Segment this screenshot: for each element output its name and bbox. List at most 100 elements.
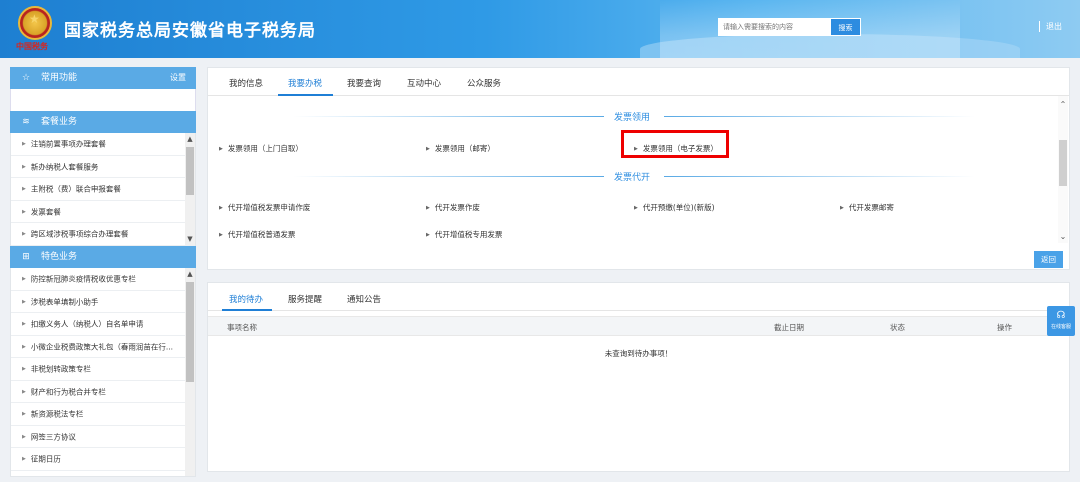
caret-right-icon: ▶ [219, 146, 223, 152]
tab-tax-handling[interactable]: 我要办税 [288, 77, 322, 89]
tab-service-reminder[interactable]: 服务提醒 [288, 293, 322, 305]
sidebar-item[interactable]: ▶ 发票套餐 [11, 201, 195, 223]
grid-icon: ⊞ [22, 252, 30, 262]
link-invoice-pickup[interactable]: ▶ 发票领用（上门自取） [219, 143, 303, 154]
sidebar-item[interactable]: ▶ 跨区域涉税事项综合办理套餐 [11, 223, 195, 246]
link-invoice-mail[interactable]: ▶ 发票领用（邮寄） [426, 143, 495, 154]
favorites-header: ☆ 常用功能 设置 [10, 67, 196, 89]
caret-right-icon: ▶ [840, 205, 844, 211]
star-outline-icon: ☆ [21, 73, 31, 83]
tab-my-todo[interactable]: 我的待办 [229, 293, 263, 305]
package-services-title: 套餐业务 [41, 117, 78, 127]
scroll-down-icon[interactable]: ▼ [185, 235, 195, 243]
caret-right-icon: ▶ [219, 232, 223, 238]
section-divider [664, 116, 975, 117]
sidebar-item[interactable]: ▶ 非税划转政策专栏 [11, 358, 195, 381]
scroll-up-icon[interactable]: ⌃ [1058, 100, 1068, 109]
sidebar-item[interactable]: ▶ 新办纳税人套餐服务 [11, 156, 195, 178]
caret-right-icon: ▶ [426, 205, 430, 211]
tab-my-info[interactable]: 我的信息 [229, 77, 263, 89]
scrollbar-thumb[interactable] [1059, 140, 1067, 186]
caret-right-icon: ▶ [22, 411, 26, 417]
sidebar-item-label: 非税划转政策专栏 [30, 364, 91, 374]
search-button[interactable]: 搜索 [831, 18, 861, 36]
favorites-settings-link[interactable]: 设置 [170, 67, 186, 89]
link-label: 代开增值税发票申请作废 [227, 203, 311, 212]
special-services-header[interactable]: ⊞ 特色业务 [10, 246, 196, 268]
sidebar-item[interactable]: ▶ 防控新冠肺炎疫情税收优惠专栏 [11, 268, 195, 291]
favorites-title: 常用功能 [41, 73, 78, 83]
section-title-invoice-agency: 发票代开 [614, 173, 651, 183]
link-agency-item[interactable]: ▶ 代开发票作废 [426, 202, 480, 213]
caret-right-icon: ▶ [22, 298, 26, 305]
column-header-deadline: 截止日期 [774, 323, 804, 332]
tab-public-service[interactable]: 公众服务 [467, 77, 501, 89]
caret-right-icon: ▶ [22, 186, 26, 192]
column-header-action: 操作 [997, 323, 1012, 332]
caret-right-icon: ▶ [22, 163, 26, 170]
sidebar-item[interactable]: ▶ 财产和行为税合并专栏 [11, 381, 195, 403]
tab-query[interactable]: 我要查询 [347, 77, 381, 89]
link-agency-item[interactable]: ▶ 代开增值税发票申请作废 [219, 202, 310, 213]
scroll-up-icon[interactable]: ▲ [185, 270, 195, 278]
caret-right-icon: ▶ [22, 321, 26, 327]
link-label: 发票领用（上门自取） [227, 144, 303, 153]
sidebar-item[interactable]: ▶ 注销前置事项办理套餐 [11, 133, 195, 156]
highlight-annotation-box [621, 130, 729, 158]
sidebar-item[interactable]: ▶ 扣缴义务人（纳税人）自名单申请 [11, 313, 195, 336]
scrollbar-thumb[interactable] [186, 147, 194, 195]
sidebar-item[interactable]: ▶ 网签三方协议 [11, 426, 195, 448]
link-label: 代开增值税专用发票 [434, 230, 503, 239]
caret-right-icon: ▶ [22, 343, 26, 350]
section-divider [664, 176, 975, 177]
todo-table-header: 事项名称 截止日期 状态 操作 [208, 316, 1069, 336]
sidebar-item[interactable]: ▶ 小微企业税费政策大礼包（春雨润苗在行... [11, 336, 195, 358]
sidebar-item-label: 主附税（费）联合申报套餐 [30, 184, 121, 194]
special-services-title: 特色业务 [41, 252, 78, 262]
scroll-down-icon[interactable]: ⌄ [1058, 232, 1068, 241]
empty-state-message: 未查询到待办事项！ [604, 349, 673, 358]
link-label: 代开发票邮寄 [848, 203, 894, 212]
sidebar-item-label: 新资源税法专栏 [30, 409, 84, 419]
caret-right-icon: ▶ [22, 276, 26, 282]
link-agency-item[interactable]: ▶ 代开预缴(单位)(新版) [634, 202, 715, 213]
headset-icon: ☊ [1056, 310, 1066, 321]
layers-icon: ≋ [22, 117, 30, 127]
link-label: 发票领用（邮寄） [434, 144, 495, 153]
sidebar-item-label: 发票套餐 [30, 206, 61, 216]
star-icon: ★ [29, 12, 40, 26]
section-divider [293, 176, 604, 177]
link-agency-item[interactable]: ▶ 代开增值税专用发票 [426, 229, 502, 240]
scrollbar-thumb[interactable] [186, 282, 194, 382]
sidebar-item[interactable]: ▶ 新资源税法专栏 [11, 403, 195, 426]
link-agency-item[interactable]: ▶ 代开增值税普通发票 [219, 229, 295, 240]
main-tabs: 我的信息 我要办税 我要查询 互动中心 公众服务 [208, 68, 1069, 96]
sidebar-item[interactable]: ▶ 涉税表单填制小助手 [11, 291, 195, 313]
sidebar-item[interactable]: ▶ 主附税（费）联合申报套餐 [11, 178, 195, 201]
link-agency-item[interactable]: ▶ 代开发票邮寄 [840, 202, 894, 213]
tab-notice[interactable]: 通知公告 [347, 293, 381, 305]
services-scrollbar[interactable]: ⌃ ⌄ [1058, 96, 1068, 243]
favorites-list [10, 89, 196, 111]
online-service-button[interactable]: ☊ 在线客服 [1047, 306, 1075, 336]
link-label: 代开增值税普通发票 [227, 230, 296, 239]
package-list-scrollbar[interactable]: ▲ ▼ [185, 133, 195, 245]
caret-right-icon: ▶ [22, 433, 26, 440]
caret-right-icon: ▶ [22, 366, 26, 372]
package-services-list: ▶ 注销前置事项办理套餐 ▶ 新办纳税人套餐服务 ▶ 主附税（费）联合申报套餐 ▶ 发票… [10, 133, 196, 246]
caret-right-icon: ▶ [426, 146, 430, 152]
caret-right-icon: ▶ [22, 208, 26, 215]
back-button[interactable]: 返回 [1034, 251, 1063, 268]
logout-link[interactable]: 退出 [1046, 21, 1062, 32]
section-divider [293, 116, 604, 117]
caret-right-icon: ▶ [219, 205, 223, 211]
sidebar-item-label: 财产和行为税合并专栏 [30, 386, 106, 396]
special-list-scrollbar[interactable]: ▲ [185, 268, 195, 476]
tab-interaction[interactable]: 互动中心 [407, 77, 441, 89]
top-banner: ★ 中国税务 国家税务总局安徽省电子税务局 搜索 退出 [0, 0, 1080, 58]
scroll-up-icon[interactable]: ▲ [185, 135, 195, 143]
sidebar-item-label: 征期日历 [30, 454, 61, 464]
search-input[interactable] [718, 18, 831, 36]
package-services-header[interactable]: ≋ 套餐业务 [10, 111, 196, 133]
sidebar-item[interactable]: ▶ 征期日历 [11, 448, 195, 471]
